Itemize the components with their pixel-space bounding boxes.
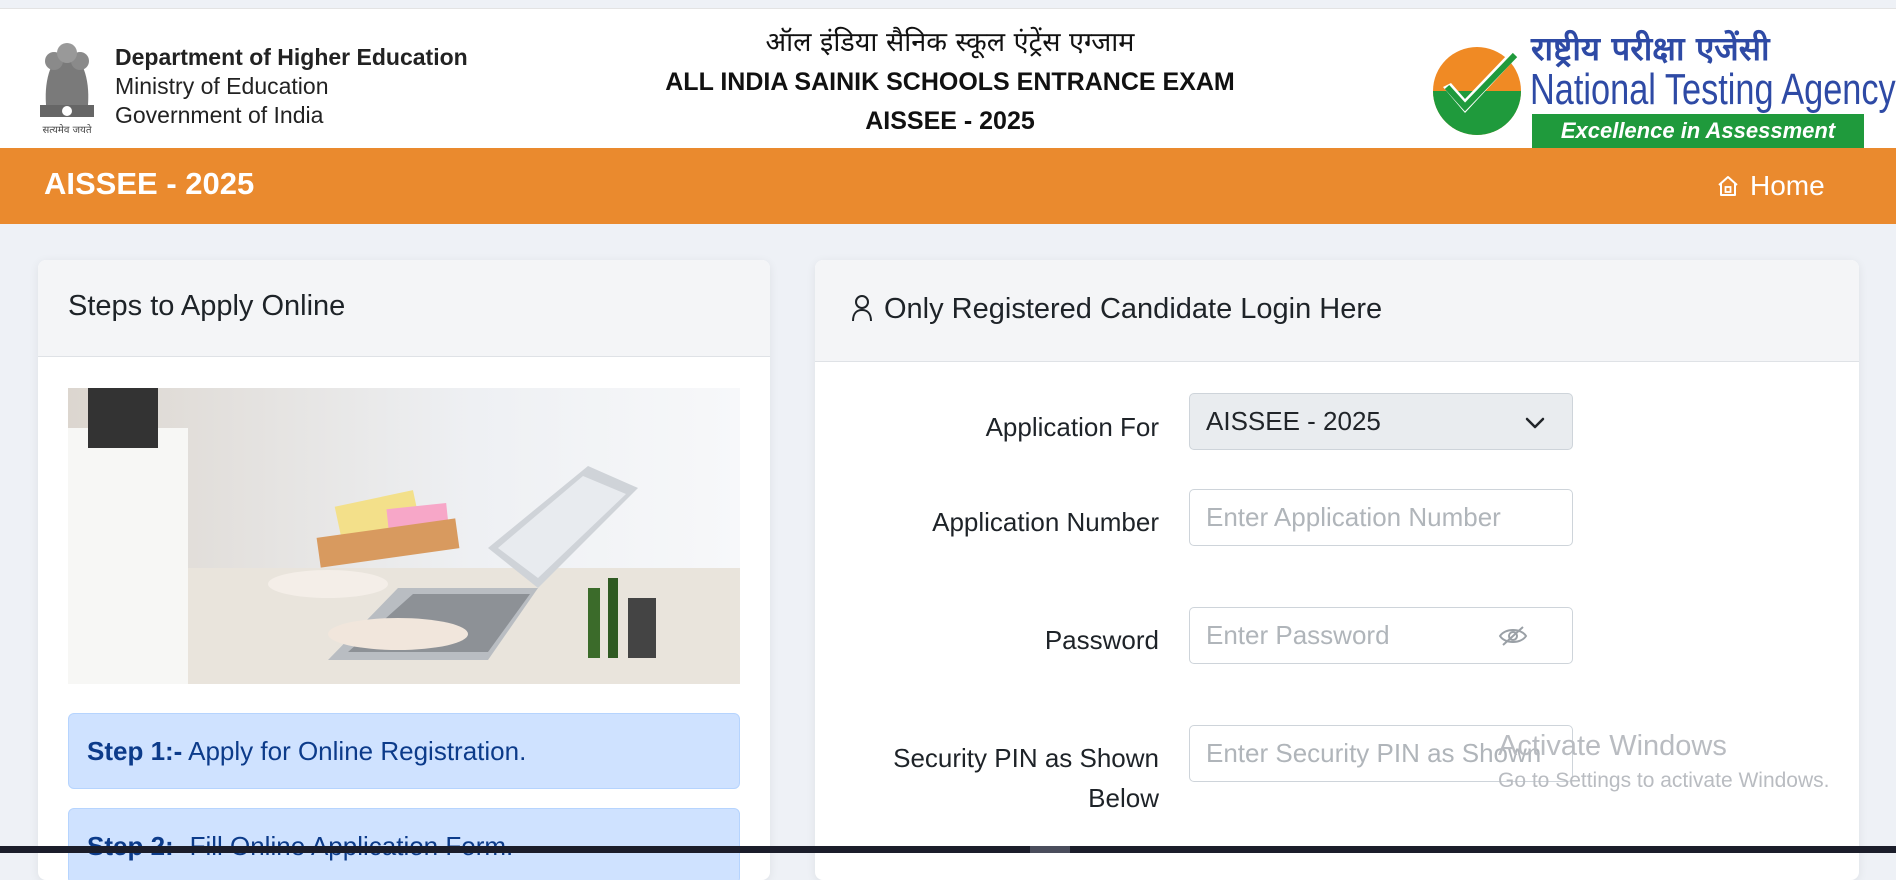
watermark-line2: Go to Settings to activate Windows. xyxy=(1498,769,1830,792)
exam-title-block: ऑल इंडिया सैनिक स्कूल एंट्रेंस एग्जाम AL… xyxy=(560,23,1340,141)
nta-logo-icon xyxy=(1433,47,1521,135)
navbar-title: AISSEE - 2025 xyxy=(44,166,255,201)
dept-line1: Department of Higher Education xyxy=(115,44,468,70)
windows-activation-watermark: Activate Windows Go to Settings to activ… xyxy=(1498,730,1830,793)
application-number-input[interactable]: Enter Application Number xyxy=(1189,489,1573,546)
nta-name-english: National Testing Agency xyxy=(1530,65,1896,114)
user-icon xyxy=(852,295,872,322)
nta-logo: राष्ट्रीय परीक्षा एजेंसी National Testin… xyxy=(1426,21,1896,149)
chevron-down-icon xyxy=(1525,417,1545,429)
exam-code: AISSEE - 2025 xyxy=(865,107,1035,135)
emblem-caption: सत्यमेव जयते xyxy=(42,124,91,136)
exam-title-hindi: ऑल इंडिया सैनिक स्कूल एंट्रेंस एग्जाम xyxy=(765,27,1135,58)
security-pin-label: Security PIN as Shown Below xyxy=(839,738,1159,818)
steps-card-title: Steps to Apply Online xyxy=(68,290,346,322)
watermark-line1: Activate Windows xyxy=(1498,730,1727,762)
home-label: Home xyxy=(1750,170,1825,201)
site-header: सत्यमेव जयते Department of Higher Educat… xyxy=(0,8,1896,149)
login-card-header: Only Registered Candidate Login Here xyxy=(815,260,1859,362)
home-link[interactable]: Home xyxy=(1716,170,1825,202)
emblem-icon: सत्यमेव जयते xyxy=(40,43,94,136)
exam-title-english: ALL INDIA SAINIK SCHOOLS ENTRANCE EXAM xyxy=(665,68,1235,96)
step-1-text: Apply for Online Registration. xyxy=(182,736,527,766)
nta-tagline: Excellence in Assessment xyxy=(1532,114,1864,148)
application-number-placeholder: Enter Application Number xyxy=(1206,502,1501,532)
step-1[interactable]: Step 1:- Apply for Online Registration. xyxy=(68,713,740,789)
department-block: Department of Higher Education Ministry … xyxy=(115,43,468,130)
application-number-label: Application Number xyxy=(932,507,1159,537)
top-navbar: AISSEE - 2025 Home xyxy=(0,148,1896,224)
steps-card: Steps to Apply Online Step 1:- Apply for… xyxy=(38,260,770,880)
step-2[interactable]: Step 2:- Fill Online Application Form. xyxy=(68,808,740,880)
password-label: Password xyxy=(1044,625,1159,655)
dept-line3: Government of India xyxy=(115,102,324,128)
password-placeholder: Enter Password xyxy=(1206,620,1390,650)
login-card-title: Only Registered Candidate Login Here xyxy=(884,293,1383,325)
security-pin-label-line2: Below xyxy=(1088,783,1159,813)
security-pin-label-line1: Security PIN as Shown xyxy=(893,743,1159,773)
application-for-label: Application For xyxy=(985,412,1159,442)
taskbar-strip xyxy=(0,846,1896,853)
password-input[interactable]: Enter Password xyxy=(1189,607,1573,664)
home-icon xyxy=(1718,176,1738,196)
taskbar-item[interactable] xyxy=(1030,846,1070,853)
security-pin-placeholder: Enter Security PIN as Shown xyxy=(1206,738,1542,768)
dept-line2: Ministry of Education xyxy=(115,73,329,99)
nta-name-hindi: राष्ट्रीय परीक्षा एजेंसी xyxy=(1531,29,1770,68)
application-for-select[interactable]: AISSEE - 2025 xyxy=(1189,393,1573,450)
laptop-photo xyxy=(68,388,740,684)
step-1-prefix: Step 1:- xyxy=(87,736,183,766)
application-for-value: AISSEE - 2025 xyxy=(1206,406,1381,436)
eye-slash-icon[interactable] xyxy=(1498,625,1528,647)
steps-card-header: Steps to Apply Online xyxy=(38,260,770,357)
